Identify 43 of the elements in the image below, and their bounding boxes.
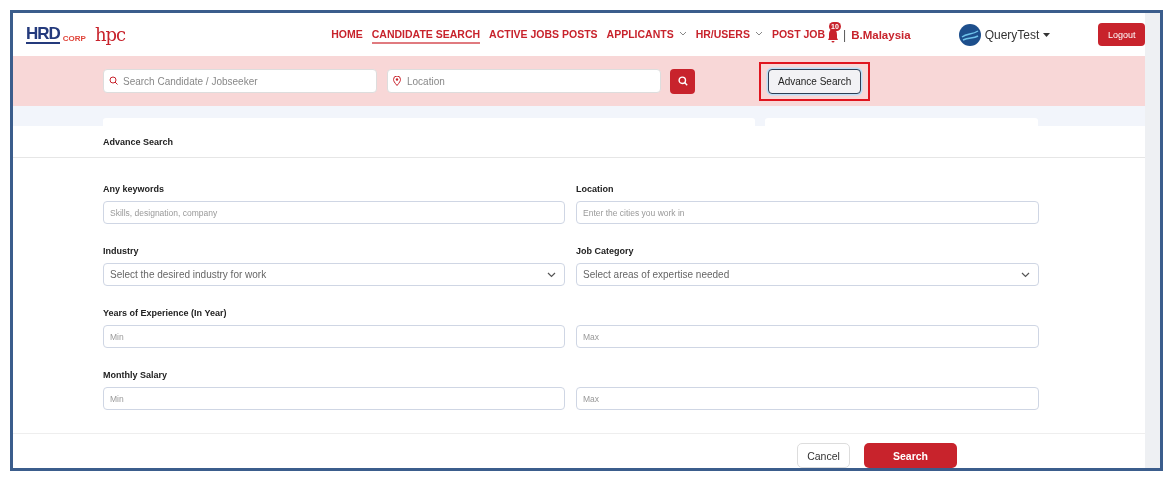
input-field[interactable]: Max: [576, 387, 1039, 410]
avatar-icon: [958, 23, 981, 46]
logo-text: hpc: [94, 25, 126, 44]
search-button[interactable]: [670, 68, 695, 94]
field-label: Years of Experience (In Year): [103, 308, 228, 319]
dropdown-placeholder: Select areas of expertise needed: [583, 269, 730, 280]
input-field[interactable]: Min: [103, 325, 565, 348]
search-icon: [109, 76, 118, 86]
nav-link[interactable]: ACTIVE JOBS POSTS: [489, 25, 598, 44]
input-field[interactable]: Min: [103, 387, 565, 410]
user-menu[interactable]: QueryTest: [956, 21, 1053, 48]
nav-link[interactable]: CANDIDATE SEARCH: [371, 25, 481, 44]
chevron-down-icon: [1021, 271, 1030, 278]
field-label: Any keywords: [103, 184, 166, 195]
caret-icon: [1043, 32, 1051, 37]
nav-link[interactable]: HR/USERS: [695, 25, 763, 44]
advance-search-button[interactable]: Advance Search: [768, 68, 862, 94]
search-button[interactable]: Search: [864, 443, 957, 468]
dropdown-field[interactable]: Select areas of expertise needed: [576, 263, 1039, 286]
input-field[interactable]: Max: [576, 325, 1039, 348]
input-field[interactable]: Enter the cities you work in: [576, 201, 1039, 224]
nav-link[interactable]: POST JOB: [771, 25, 826, 44]
nav-link[interactable]: HOME: [331, 25, 363, 44]
separator-text: |: [843, 27, 847, 42]
location-pin-icon: [393, 76, 401, 87]
field-label: Industry: [103, 246, 140, 257]
logo-text: CORP: [62, 33, 86, 44]
dropdown-placeholder: Select the desired industry for work: [110, 269, 267, 280]
nav-link[interactable]: APPLICANTS: [606, 25, 687, 44]
language-link[interactable]: B.Malaysia: [851, 28, 911, 41]
dropdown-field[interactable]: Select the desired industry for work: [103, 263, 565, 286]
chevron-down-icon: [547, 271, 556, 278]
cancel-button[interactable]: Cancel: [797, 443, 850, 468]
input-field[interactable]: Skills, designation, company: [103, 201, 565, 224]
logout-button[interactable]: Logout: [1098, 23, 1145, 47]
search-icon: [677, 76, 688, 87]
field-label: Monthly Salary: [103, 370, 168, 381]
modal-title: Advance Search: [103, 136, 174, 147]
location-search-field[interactable]: Location: [387, 69, 661, 94]
field-label: Location: [576, 184, 615, 195]
logo-text: HRD: [26, 25, 60, 44]
field-label: Job Category: [576, 246, 635, 257]
candidate-search-field[interactable]: Search Candidate / Jobseeker: [103, 69, 377, 94]
